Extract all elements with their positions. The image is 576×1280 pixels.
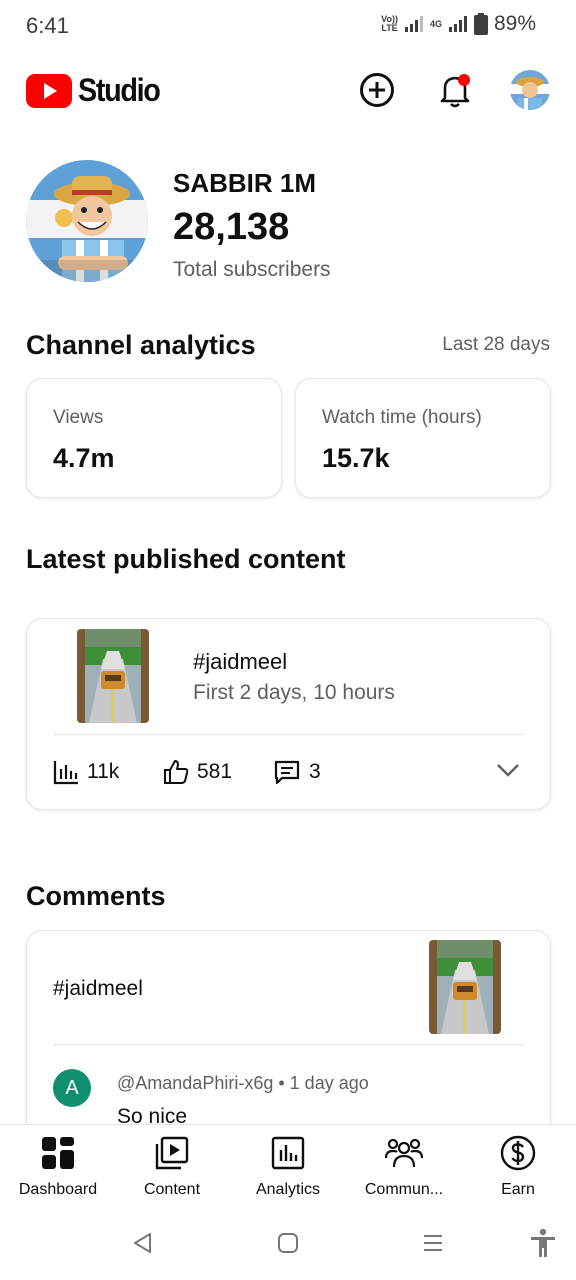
system-navigation xyxy=(0,1208,576,1280)
nav-content-label: Content xyxy=(143,1181,201,1198)
nav-dashboard[interactable]: Dashboard xyxy=(0,1135,116,1199)
views-label: Views xyxy=(53,407,104,428)
likes-count: 581 xyxy=(197,760,233,783)
community-icon xyxy=(384,1138,424,1168)
nav-content[interactable]: Content xyxy=(114,1135,230,1199)
views-stat: 11k xyxy=(53,759,119,785)
video-title: #jaidmeel xyxy=(193,649,288,674)
views-count: 11k xyxy=(87,760,120,783)
analytics-icon xyxy=(271,1136,305,1170)
create-button[interactable] xyxy=(357,70,397,110)
volte-indicator: Vo)) LTE xyxy=(381,14,398,33)
nav-earn-label: Earn xyxy=(501,1181,535,1198)
nav-dashboard-label: Dashboard xyxy=(18,1181,98,1198)
content-icon xyxy=(155,1136,189,1170)
app-title: Studio xyxy=(78,72,161,108)
bottom-navigation: Dashboard Content Analytics Commun... Ea… xyxy=(0,1124,576,1208)
views-value: 4.7m xyxy=(53,443,115,473)
nav-community-label: Commun... xyxy=(364,1181,444,1198)
comment-meta: @AmandaPhiri-x6g • 1 day ago xyxy=(117,1073,369,1093)
comments-stat: 3 xyxy=(273,759,321,785)
bar-chart-icon xyxy=(53,761,78,785)
likes-stat: 581 xyxy=(163,759,232,785)
channel-name: SABBIR 1M xyxy=(173,168,317,198)
signal-icon xyxy=(404,16,423,32)
latest-video-card[interactable]: #jaidmeel First 2 days, 10 hours 11k 581… xyxy=(26,618,551,810)
channel-summary: SABBIR 1M 28,138 Total subscribers xyxy=(0,158,576,284)
video-thumbnail[interactable] xyxy=(77,629,149,723)
comment-icon xyxy=(274,760,300,785)
chevron-down-icon xyxy=(497,764,519,777)
watch-time-label: Watch time (hours) xyxy=(322,407,482,428)
account-avatar-image xyxy=(510,70,550,110)
analytics-period[interactable]: Last 28 days xyxy=(442,334,550,356)
watch-time-card[interactable]: Watch time (hours) 15.7k xyxy=(295,378,551,498)
nav-analytics-label: Analytics xyxy=(255,1181,321,1198)
status-bar: 6:41 Vo)) LTE 4G 89% xyxy=(0,0,576,52)
battery-percent: 89% xyxy=(493,12,536,35)
comment-video-thumbnail[interactable] xyxy=(429,940,501,1034)
account-avatar[interactable] xyxy=(510,70,550,110)
subscriber-label: Total subscribers xyxy=(173,258,331,281)
nav-analytics[interactable]: Analytics xyxy=(230,1135,346,1199)
system-home-button[interactable] xyxy=(273,1228,303,1258)
dashboard-icon xyxy=(42,1137,74,1169)
comments-title: Comments xyxy=(26,881,166,911)
earn-icon xyxy=(500,1135,536,1171)
card-divider xyxy=(53,734,524,735)
accessibility-button[interactable] xyxy=(528,1228,558,1258)
latest-content-title: Latest published content xyxy=(26,544,346,574)
youtube-logo-icon xyxy=(26,73,72,108)
comment-video-thumbnail-image xyxy=(429,940,501,1034)
comments-count: 3 xyxy=(309,760,321,783)
back-triangle-icon xyxy=(134,1233,151,1253)
add-circle-icon xyxy=(360,73,394,107)
home-square-icon xyxy=(278,1233,298,1253)
views-card[interactable]: Views 4.7m xyxy=(26,378,282,498)
bell-icon xyxy=(440,74,470,108)
accessibility-icon xyxy=(531,1228,555,1257)
status-time: 6:41 xyxy=(26,13,69,38)
channel-avatar-image xyxy=(26,160,148,282)
nav-community[interactable]: Commun... xyxy=(346,1135,462,1199)
system-back-button[interactable] xyxy=(128,1228,158,1258)
comment-time: 1 day ago xyxy=(289,1073,369,1093)
app-header: Studio xyxy=(0,60,576,122)
battery-icon xyxy=(473,13,488,35)
status-icons: Vo)) LTE 4G 89% xyxy=(381,12,536,36)
recents-lines-icon xyxy=(424,1235,442,1251)
system-recents-button[interactable] xyxy=(418,1228,448,1258)
comment-divider xyxy=(53,1044,524,1045)
analytics-title: Channel analytics xyxy=(26,330,256,360)
expand-button[interactable] xyxy=(496,762,520,783)
watch-time-value: 15.7k xyxy=(322,443,390,473)
commenter-avatar[interactable]: A xyxy=(53,1069,91,1107)
video-thumbnail-image xyxy=(77,629,149,723)
signal-icon-2 xyxy=(448,16,467,32)
studio-logo[interactable]: Studio xyxy=(26,72,169,109)
comment-video-title: #jaidmeel xyxy=(53,977,143,1000)
thumbs-up-icon xyxy=(164,760,189,784)
channel-avatar[interactable] xyxy=(26,160,148,282)
notifications-button[interactable] xyxy=(435,70,475,110)
comment-author[interactable]: @AmandaPhiri-x6g xyxy=(117,1073,273,1093)
video-subtitle: First 2 days, 10 hours xyxy=(193,681,395,704)
network-4g-label: 4G xyxy=(429,18,442,29)
subscriber-count: 28,138 xyxy=(173,206,290,248)
nav-earn[interactable]: Earn xyxy=(460,1135,576,1199)
